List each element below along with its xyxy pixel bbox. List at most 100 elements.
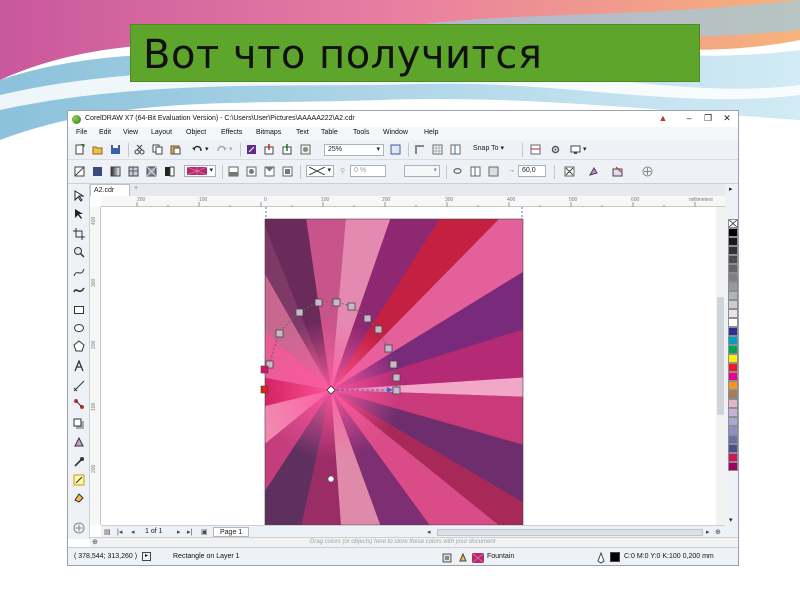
- palette-swatch[interactable]: [728, 426, 738, 435]
- document-color-icon[interactable]: [442, 553, 452, 563]
- drop-shadow-icon[interactable]: [73, 418, 85, 430]
- palette-options-icon[interactable]: ⊕: [92, 538, 98, 546]
- node-color-picker[interactable]: ▾: [306, 165, 334, 177]
- elliptical-fountain-icon[interactable]: [246, 166, 257, 177]
- palette-swatch[interactable]: [728, 309, 738, 318]
- angle-input[interactable]: 60,0: [518, 165, 546, 177]
- palette-swatch[interactable]: [728, 363, 738, 372]
- add-button-icon[interactable]: [642, 166, 653, 177]
- palette-swatch[interactable]: [728, 237, 738, 246]
- last-page-button[interactable]: ▸|: [187, 528, 192, 536]
- undo-dropdown-icon[interactable]: ▾: [205, 145, 209, 153]
- gradient-rectangle[interactable]: [261, 217, 531, 525]
- minimize-button[interactable]: –: [682, 113, 696, 124]
- palette-swatch[interactable]: [728, 444, 738, 453]
- cut-icon[interactable]: [134, 144, 145, 155]
- menu-object[interactable]: Object: [186, 129, 206, 136]
- parallel-dimension-icon[interactable]: [73, 380, 85, 392]
- palette-swatch[interactable]: [728, 273, 738, 282]
- full-screen-preview-icon[interactable]: [390, 144, 401, 155]
- pick-tool-icon[interactable]: [73, 190, 85, 202]
- linear-fountain-icon[interactable]: [228, 166, 239, 177]
- polygon-tool-icon[interactable]: [73, 340, 85, 352]
- palette-swatch[interactable]: [728, 246, 738, 255]
- import-icon[interactable]: [264, 144, 275, 155]
- palette-scroll-down-icon[interactable]: ▾: [729, 516, 733, 524]
- redo-icon[interactable]: [216, 144, 227, 155]
- palette-swatch[interactable]: [728, 255, 738, 264]
- palette-swatch[interactable]: [728, 408, 738, 417]
- fountain-fill-icon[interactable]: [110, 166, 121, 177]
- palette-swatch[interactable]: [728, 345, 738, 354]
- palette-swatch[interactable]: [728, 453, 738, 462]
- drawing-canvas[interactable]: [101, 207, 716, 525]
- palette-swatch[interactable]: [728, 282, 738, 291]
- edit-fill-icon[interactable]: [612, 166, 623, 177]
- page-settings-icon[interactable]: ▤: [104, 528, 111, 536]
- play-icon[interactable]: ▸: [142, 552, 151, 561]
- zoom-tool-icon[interactable]: [73, 246, 85, 258]
- vector-pattern-icon[interactable]: [128, 166, 139, 177]
- palette-swatch[interactable]: [728, 354, 738, 363]
- first-page-button[interactable]: |◂: [117, 528, 122, 536]
- menu-bitmaps[interactable]: Bitmaps: [256, 129, 281, 136]
- save-icon[interactable]: [110, 144, 121, 155]
- export-icon[interactable]: [282, 144, 293, 155]
- restore-button[interactable]: ❐: [701, 113, 715, 124]
- conical-fountain-icon[interactable]: [264, 166, 275, 177]
- copy-fill-icon[interactable]: [588, 166, 599, 177]
- vertical-scrollbar[interactable]: [716, 207, 725, 525]
- mirror-repeat-icon[interactable]: [470, 166, 481, 177]
- undo-icon[interactable]: [192, 144, 203, 155]
- no-fill-icon[interactable]: [74, 166, 85, 177]
- document-tab[interactable]: A2.cdr: [90, 184, 130, 196]
- side-node-red[interactable]: [260, 385, 269, 394]
- next-page-button[interactable]: ▸: [177, 528, 181, 536]
- smart-fill-icon[interactable]: [73, 492, 85, 504]
- palette-swatch[interactable]: [728, 264, 738, 273]
- paste-icon[interactable]: [170, 144, 181, 155]
- interactive-fill-icon[interactable]: [73, 474, 85, 486]
- menu-tools[interactable]: Tools: [353, 129, 369, 136]
- drawing-area[interactable]: [101, 207, 716, 525]
- scroll-right-icon[interactable]: ▸: [706, 528, 710, 536]
- fill-color-picker[interactable]: ▾: [184, 165, 216, 177]
- alignment-guides-icon[interactable]: [530, 144, 541, 155]
- palette-swatch[interactable]: [728, 318, 738, 327]
- object-center-marker[interactable]: [327, 475, 335, 483]
- artistic-media-icon[interactable]: [73, 284, 85, 296]
- repeat-fill-icon[interactable]: [488, 166, 499, 177]
- palette-swatch[interactable]: [728, 399, 738, 408]
- menu-view[interactable]: View: [123, 129, 138, 136]
- user-icon[interactable]: ▲: [656, 113, 670, 124]
- palette-swatch[interactable]: [728, 462, 738, 471]
- scroll-left-icon[interactable]: ◂: [427, 528, 431, 536]
- bitmap-pattern-icon[interactable]: [146, 166, 157, 177]
- new-tab-icon[interactable]: +: [134, 185, 138, 192]
- zoom-level-select[interactable]: 25% ▾: [324, 144, 384, 156]
- palette-swatch[interactable]: [728, 336, 738, 345]
- rectangle-tool-icon[interactable]: [73, 304, 85, 316]
- rectangular-fountain-icon[interactable]: [282, 166, 293, 177]
- publish-pdf-icon[interactable]: [300, 144, 311, 155]
- palette-swatch[interactable]: [728, 381, 738, 390]
- uniform-fill-icon[interactable]: [92, 166, 103, 177]
- no-color-swatch[interactable]: [728, 219, 738, 228]
- add-page-button[interactable]: ▣: [201, 528, 208, 536]
- close-button[interactable]: ✕: [720, 113, 734, 124]
- redo-dropdown-icon[interactable]: ▾: [229, 145, 233, 153]
- node-position-input[interactable]: ▾: [404, 165, 440, 177]
- menu-text[interactable]: Text: [296, 129, 309, 136]
- color-eyedropper-icon[interactable]: [73, 456, 85, 468]
- menu-table[interactable]: Table: [321, 129, 338, 136]
- snap-to-menu[interactable]: Snap To ▾: [470, 144, 518, 156]
- freehand-tool-icon[interactable]: [73, 266, 85, 278]
- ellipse-tool-icon[interactable]: [73, 322, 85, 334]
- show-grid-icon[interactable]: [432, 144, 443, 155]
- menu-window[interactable]: Window: [383, 129, 408, 136]
- palette-swatch[interactable]: [728, 228, 738, 237]
- open-icon[interactable]: [92, 144, 103, 155]
- palette-swatch[interactable]: [728, 390, 738, 399]
- reverse-fill-icon[interactable]: [452, 166, 463, 177]
- menu-effects[interactable]: Effects: [221, 129, 242, 136]
